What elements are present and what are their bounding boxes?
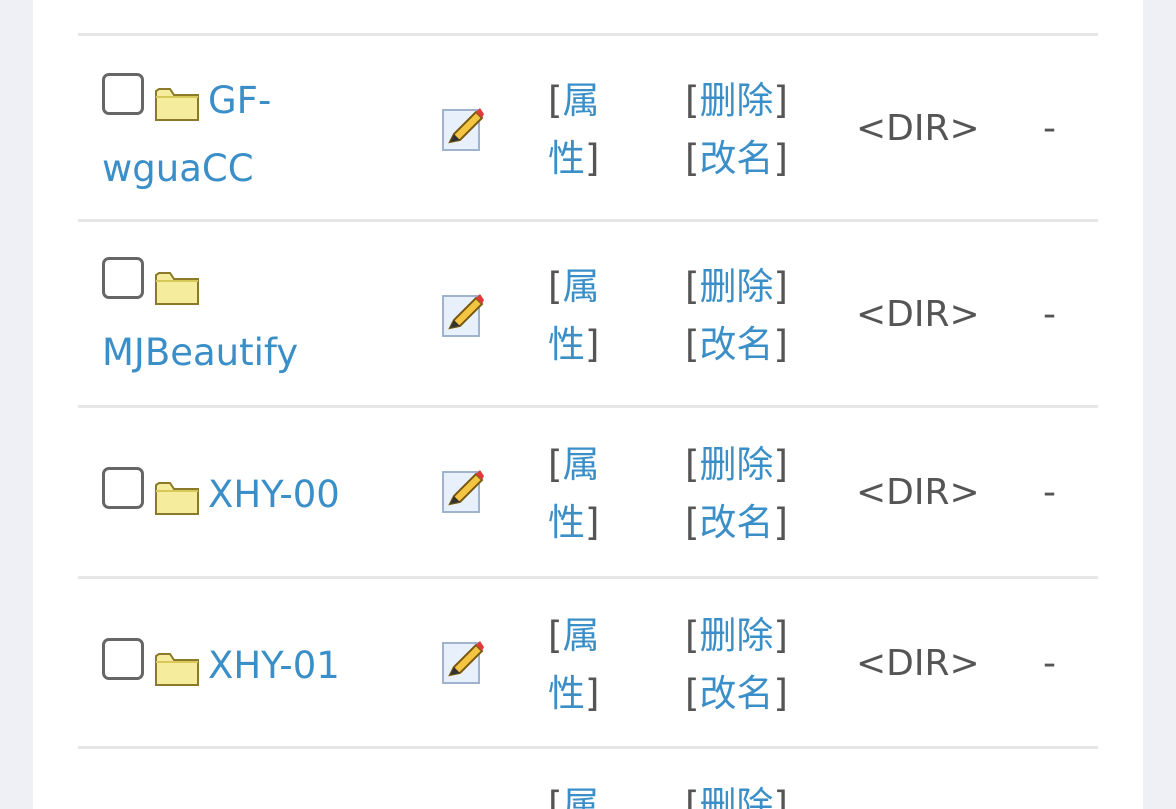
ops-cell: [删除] [改名] <box>685 265 788 366</box>
name-cell: MJBeautify <box>102 256 402 382</box>
folder-icon <box>154 476 200 534</box>
properties-link[interactable]: 属 <box>562 79 599 122</box>
type-label: <DIR> <box>856 108 980 149</box>
delete-link[interactable]: 删除 <box>699 784 773 809</box>
table-row: XHY-01 [属 性] [删除] [改名] <DIR> - <box>78 576 1098 749</box>
properties-link-cell: [属 性] <box>548 614 600 715</box>
properties-link-cont[interactable]: 性 <box>548 501 585 544</box>
type-label: <DIR> <box>856 294 980 335</box>
rename-link[interactable]: 改名 <box>699 501 773 544</box>
properties-link-cont[interactable]: 性 <box>548 323 585 366</box>
properties-link[interactable]: 属 <box>562 265 599 308</box>
pencil-edit-icon[interactable] <box>440 104 490 154</box>
properties-link-cell: [属 性] <box>548 79 600 180</box>
properties-link-cont[interactable]: 性 <box>548 672 585 715</box>
pencil-edit-icon[interactable] <box>440 466 490 516</box>
folder-name-link[interactable]: XHY-00 <box>208 473 340 516</box>
properties-link-cont[interactable]: 性 <box>548 137 585 180</box>
delete-link[interactable]: 删除 <box>699 443 773 486</box>
folder-icon <box>154 647 200 705</box>
properties-link-cell: [属 性] <box>548 265 600 366</box>
size-label: - <box>1043 472 1056 513</box>
ops-cell: [删除] <box>685 777 788 809</box>
delete-link[interactable]: 删除 <box>699 79 773 122</box>
type-label: <DIR> <box>856 472 980 513</box>
properties-link[interactable]: 属 <box>562 443 599 486</box>
type-label: <DIR> <box>856 643 980 684</box>
name-cell: GF-wguaCC <box>102 72 402 198</box>
delete-link[interactable]: 删除 <box>699 614 773 657</box>
folder-name-link[interactable]: XHY-01 <box>208 644 340 687</box>
properties-link-cell: [属 <box>548 777 599 809</box>
file-list-page: GF-wguaCC [属 性] [删除] [改名] <DIR> - MJBeauti… <box>33 0 1143 809</box>
rename-link[interactable]: 改名 <box>699 137 773 180</box>
select-checkbox[interactable] <box>102 73 144 115</box>
pencil-edit-icon[interactable] <box>440 637 490 687</box>
pencil-edit-icon[interactable] <box>440 290 490 340</box>
properties-link-cell: [属 性] <box>548 443 600 544</box>
folder-icon <box>154 82 200 140</box>
properties-link[interactable]: 属 <box>562 784 599 809</box>
table-row: [属 [删除] <box>78 746 1098 809</box>
delete-link[interactable]: 删除 <box>699 265 773 308</box>
select-checkbox[interactable] <box>102 467 144 509</box>
name-cell: XHY-01 <box>102 637 402 705</box>
size-label: - <box>1043 643 1056 684</box>
size-label: - <box>1043 294 1056 335</box>
properties-link[interactable]: 属 <box>562 614 599 657</box>
folder-icon <box>154 266 200 324</box>
folder-name-link-cont[interactable]: wguaCC <box>102 147 254 190</box>
folder-name-link-cont[interactable]: MJBeautify <box>102 331 298 374</box>
folder-name-link[interactable]: GF- <box>208 79 271 122</box>
ops-cell: [删除] [改名] <box>685 443 788 544</box>
rename-link[interactable]: 改名 <box>699 672 773 715</box>
select-checkbox[interactable] <box>102 257 144 299</box>
name-cell: XHY-00 <box>102 466 402 534</box>
table-row: MJBeautify [属 性] [删除] [改名] <DIR> - <box>78 219 1098 407</box>
table-row: XHY-00 [属 性] [删除] [改名] <DIR> - <box>78 405 1098 578</box>
select-checkbox[interactable] <box>102 638 144 680</box>
ops-cell: [删除] [改名] <box>685 614 788 715</box>
ops-cell: [删除] [改名] <box>685 79 788 180</box>
rename-link[interactable]: 改名 <box>699 323 773 366</box>
table-row: GF-wguaCC [属 性] [删除] [改名] <DIR> - <box>78 33 1098 221</box>
size-label: - <box>1043 108 1056 149</box>
